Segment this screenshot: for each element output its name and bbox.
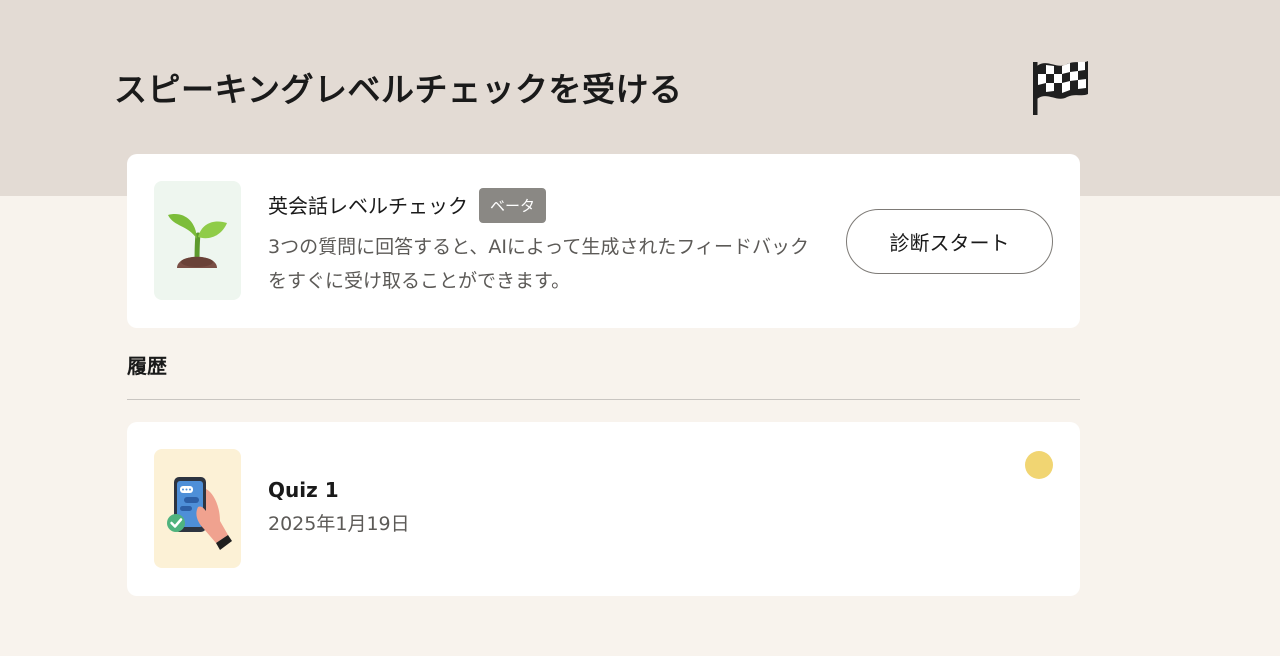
quiz-thumbnail xyxy=(154,449,241,568)
quiz-title: Quiz 1 xyxy=(268,478,339,502)
quiz-date: 2025年1月19日 xyxy=(268,513,410,535)
level-check-card: 英会話レベルチェック ベータ 3つの質問に回答すると、AIによって生成されたフィ… xyxy=(127,154,1080,328)
level-check-title-row: 英会話レベルチェック ベータ xyxy=(268,188,547,223)
checkered-flag-icon xyxy=(1033,61,1088,115)
phone-chat-icon xyxy=(167,477,232,550)
level-check-description: 3つの質問に回答すると、AIによって生成されたフィードバックをすぐに受け取ること… xyxy=(268,236,810,292)
history-divider xyxy=(127,399,1080,400)
seedling-icon xyxy=(168,214,227,268)
level-check-title: 英会話レベルチェック xyxy=(268,193,468,218)
history-item-quiz-1[interactable]: Quiz 1 2025年1月19日 xyxy=(127,422,1080,596)
page-title: スピーキングレベルチェックを受ける xyxy=(114,70,683,109)
history-heading: 履歴 xyxy=(127,354,167,378)
status-dot xyxy=(1025,451,1053,479)
start-diagnosis-button[interactable]: 診断スタート xyxy=(846,209,1053,274)
beta-badge: ベータ xyxy=(479,188,547,223)
level-check-thumbnail xyxy=(154,181,241,300)
